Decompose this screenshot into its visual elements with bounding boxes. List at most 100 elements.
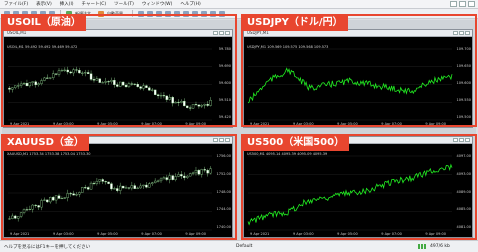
candle-body <box>46 77 49 79</box>
candle-body <box>177 101 180 103</box>
line-chart-icon[interactable] <box>156 10 162 17</box>
auto-trading-icon[interactable] <box>98 10 104 17</box>
price-plot[interactable]: USOIL,M1 59.492 59.492 59.469 59.472 59.… <box>4 37 232 127</box>
price-tick: 109.700 <box>456 47 471 51</box>
bar-chart-icon[interactable] <box>138 10 144 17</box>
candle-body <box>19 83 23 86</box>
candle-body <box>165 177 169 180</box>
chart-window-usdjpy[interactable]: USDJPY,M1 USDJPY,M1 109.569 109.575 109.… <box>243 29 473 128</box>
minimize-button[interactable] <box>213 138 218 142</box>
candle-body <box>124 187 128 189</box>
time-tick: 9 Apr 09:00 <box>185 232 206 236</box>
candle-body <box>60 198 64 200</box>
candle-body <box>72 69 75 74</box>
candle-body <box>209 100 212 106</box>
menu-help[interactable]: ヘルプ(H) <box>180 1 200 7</box>
minimize-button[interactable] <box>450 1 457 7</box>
candle-body <box>142 85 145 89</box>
candle-body <box>180 174 183 177</box>
candle-body <box>119 81 122 87</box>
chart-window-xauusd[interactable]: XAUUSD,M1 XAUUSD,M1 1753.34 1753.38 1753… <box>3 136 233 238</box>
price-plot[interactable]: XAUUSD,M1 1753.34 1753.38 1753.04 1753.3… <box>4 144 232 237</box>
maximize-button[interactable] <box>459 138 464 142</box>
zoom-out-icon[interactable] <box>174 10 180 17</box>
menu-file[interactable]: ファイル(F) <box>4 1 28 7</box>
menu-insert[interactable]: 挿入(I) <box>60 1 74 7</box>
candle-body <box>49 77 52 79</box>
tile-windows-icon[interactable] <box>183 10 189 17</box>
auto-trading-button[interactable]: 自動売買 <box>107 11 123 17</box>
candle-body <box>11 87 14 90</box>
candle-body <box>153 180 157 183</box>
status-profile[interactable]: Default <box>236 244 252 249</box>
candle-body <box>37 83 40 86</box>
menu-tools[interactable]: ツール(T) <box>114 1 134 7</box>
candle-body <box>57 195 61 199</box>
chart-window-us500[interactable]: US500,M1 US500,M1 4095.14 4095.39 4095.0… <box>243 136 473 238</box>
minimize-button[interactable] <box>213 31 218 35</box>
close-button[interactable] <box>468 1 475 7</box>
price-axis: 59.780 59.690 59.600 59.510 59.420 <box>219 47 231 119</box>
menu-bar: ファイル(F) 表示(V) 挿入(I) チャート(C) ツール(T) ウィンドウ… <box>0 0 478 9</box>
price-plot[interactable]: USDJPY,M1 109.569 109.575 109.568 109.57… <box>244 37 472 127</box>
candle-body <box>89 73 93 80</box>
maximize-button[interactable] <box>219 138 224 142</box>
time-tick: 9 Apr 05:00 <box>337 232 358 236</box>
close-button[interactable] <box>465 138 470 142</box>
time-tick: 9 Apr 07:00 <box>381 232 402 236</box>
candle-body <box>25 209 29 211</box>
status-bar: ヘルプを見るにはF1キーを押してください Default 497/6 kb <box>0 240 478 252</box>
close-button[interactable] <box>225 138 230 142</box>
zoom-in-icon[interactable] <box>165 10 171 17</box>
candle-body <box>86 72 90 74</box>
time-axis: 9 Apr 2021 9 Apr 03:00 9 Apr 05:00 9 Apr… <box>244 232 452 236</box>
price-plot[interactable]: US500,M1 4095.14 4095.39 4095.09 4095.39… <box>244 144 472 237</box>
time-tick: 9 Apr 2021 <box>10 122 30 126</box>
minimize-button[interactable] <box>453 31 458 35</box>
candle-body <box>188 173 192 177</box>
candle-body <box>191 172 195 174</box>
candle-body <box>60 70 64 72</box>
close-button[interactable] <box>225 31 230 35</box>
price-chart <box>8 155 212 231</box>
candle-body <box>159 178 163 182</box>
indicators-icon[interactable] <box>210 10 216 17</box>
maximize-button[interactable] <box>459 31 464 35</box>
candle-body <box>101 179 104 182</box>
maximize-button[interactable] <box>459 1 466 7</box>
candle-body <box>194 170 198 174</box>
menu-chart[interactable]: チャート(C) <box>82 1 107 7</box>
minimize-button[interactable] <box>453 138 458 142</box>
menu-window[interactable]: ウィンドウ(W) <box>142 1 172 7</box>
close-button[interactable] <box>465 31 470 35</box>
chart-label-usdjpy: USDJPY（ドル/円） <box>242 15 348 31</box>
price-tick: 1756.00 <box>216 154 231 158</box>
candle-body <box>78 70 81 74</box>
periods-icon[interactable] <box>219 10 225 17</box>
candle-body <box>54 73 58 75</box>
chart-window-controls <box>453 138 470 142</box>
candle-body <box>206 104 209 106</box>
chart-window-title[interactable]: USOIL,M1 <box>4 30 232 37</box>
menu-view[interactable]: 表示(V) <box>36 1 52 7</box>
candle-body <box>145 85 148 88</box>
chart-window-usoil[interactable]: USOIL,M1 USOIL,M1 59.492 59.492 59.469 5… <box>3 29 233 128</box>
candle-body <box>84 187 87 189</box>
candle-body <box>177 174 180 177</box>
ohlc-readout: US500,M1 4095.14 4095.39 4095.09 4095.39 <box>247 152 328 156</box>
price-tick: 109.500 <box>456 115 471 119</box>
chart-window-title[interactable]: USDJPY,M1 <box>244 30 472 37</box>
auto-scroll-icon[interactable] <box>192 10 198 17</box>
candle-body <box>86 187 90 190</box>
candlestick-icon[interactable] <box>147 10 153 17</box>
candle-body <box>121 185 125 189</box>
candle-body <box>31 204 34 210</box>
candle-body <box>121 81 125 86</box>
chart-shift-icon[interactable] <box>201 10 207 17</box>
candle-body <box>69 193 72 195</box>
candle-body <box>200 105 203 107</box>
maximize-button[interactable] <box>219 31 224 35</box>
candle-body <box>162 177 166 180</box>
time-tick: 9 Apr 07:00 <box>141 122 162 126</box>
candle-body <box>98 78 101 83</box>
